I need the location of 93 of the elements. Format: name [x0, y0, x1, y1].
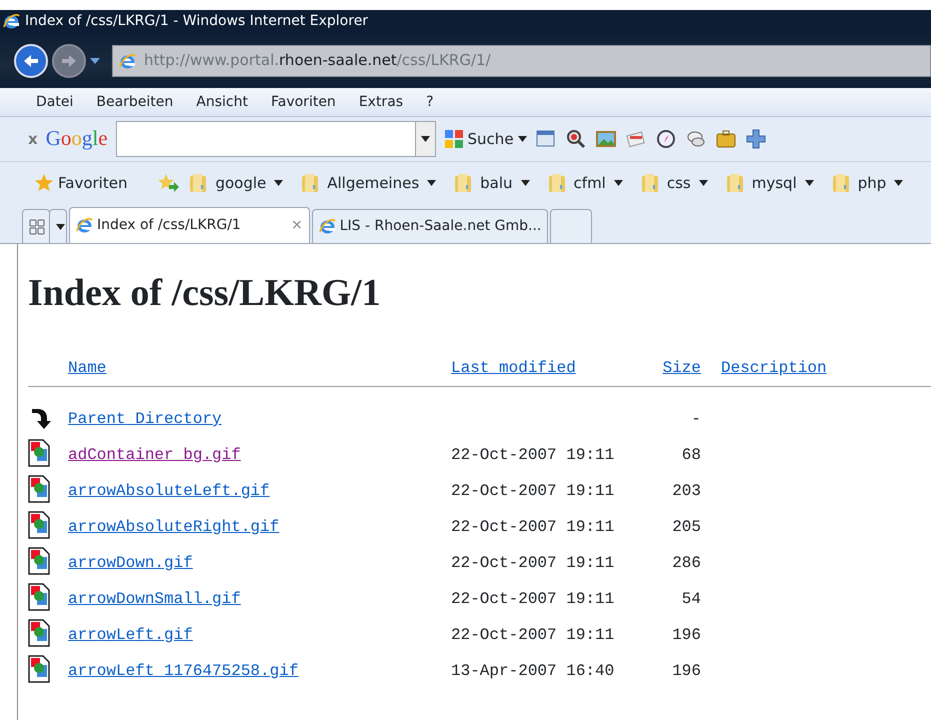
file-size: 286 [672, 554, 701, 572]
menu-item[interactable]: ? [414, 92, 444, 112]
file-size: 203 [672, 482, 701, 500]
dropdown-icon[interactable] [90, 58, 100, 64]
caret-icon [614, 180, 623, 186]
modified-date: 22-Oct-2007 19:11 [451, 518, 614, 536]
modified-date: 22-Oct-2007 19:11 [451, 626, 614, 644]
forward-button[interactable] [52, 44, 86, 78]
caret-icon [698, 180, 708, 186]
file-link[interactable]: Parent Directory [68, 410, 222, 428]
modified-date: 22-Oct-2007 19:11 [451, 446, 614, 464]
caret-icon [518, 136, 527, 142]
add-favorite-icon[interactable] [157, 173, 180, 193]
menu-item[interactable]: Ansicht [184, 92, 259, 112]
file-link[interactable]: arrowDown.gif [68, 554, 193, 572]
file-link[interactable]: adContainer_bg.gif [68, 446, 241, 464]
window-title: Index of /css/LKRG/1 - Windows Internet Explorer [25, 12, 368, 31]
menu-item[interactable]: Bearbeiten [84, 92, 184, 112]
caret-icon [804, 180, 814, 186]
folder-menu[interactable]: css [640, 172, 708, 194]
magnifier-icon[interactable] [564, 128, 587, 150]
folder-icon [832, 173, 850, 193]
image-file-icon [28, 511, 50, 539]
folder-icon [726, 173, 744, 193]
menu-item[interactable]: Favoriten [258, 92, 347, 112]
file-link[interactable]: arrowLeft_1176475258.gif [68, 662, 298, 680]
file-link[interactable]: arrowAbsoluteRight.gif [68, 518, 280, 536]
image-icon[interactable] [594, 128, 617, 150]
image-file-icon [28, 655, 50, 683]
page-icon [318, 218, 336, 235]
search-button[interactable]: Suche [444, 128, 527, 150]
google-logo: Google [46, 125, 108, 152]
folder-menu[interactable]: balu [454, 172, 530, 194]
plus-icon[interactable] [744, 128, 767, 150]
back-button[interactable] [14, 44, 48, 78]
browser-logo-icon [3, 12, 20, 30]
page-icon [76, 217, 93, 234]
file-size: 196 [672, 662, 701, 680]
modified-date: 22-Oct-2007 19:11 [451, 590, 614, 608]
caret-icon [894, 180, 904, 186]
menu-item[interactable]: Extras [346, 92, 414, 112]
search-icon [444, 129, 464, 149]
folder-menu[interactable]: mysql [726, 172, 814, 194]
folder-menu[interactable]: Allgemeines [301, 172, 436, 194]
browser-tab[interactable]: Index of /css/LKRG/1 × [69, 207, 310, 243]
image-file-icon [28, 439, 50, 467]
modified-date: 22-Oct-2007 19:11 [451, 554, 614, 572]
image-file-icon [28, 619, 50, 647]
tab-list-button[interactable] [49, 209, 67, 243]
page-heading: Index of /css/LKRG/1 [28, 274, 382, 312]
menu-item[interactable]: Datei [24, 92, 84, 112]
close-button[interactable]: x [28, 128, 38, 150]
folder-icon [189, 173, 208, 193]
grid-icon [29, 218, 45, 234]
page-icon [119, 52, 136, 70]
file-size: - [691, 410, 701, 428]
image-file-icon [28, 475, 50, 503]
file-link[interactable]: arrowDownSmall.gif [68, 590, 241, 608]
compass-icon[interactable] [654, 128, 677, 150]
folder-icon [301, 173, 320, 193]
caret-icon [56, 224, 65, 230]
folder-icon [640, 173, 659, 193]
column-header[interactable]: Last modified [451, 359, 576, 377]
folder-menu[interactable]: cfml [548, 172, 623, 194]
file-size: 196 [672, 626, 701, 644]
image-file-icon [28, 583, 50, 611]
caret-icon [520, 180, 530, 186]
folder-menu[interactable]: php [832, 172, 904, 194]
caret-icon [420, 136, 430, 142]
briefcase-icon[interactable] [714, 128, 737, 150]
file-link[interactable]: arrowLeft.gif [68, 626, 193, 644]
caret-icon [427, 180, 436, 186]
folder-icon [548, 173, 566, 193]
quick-tabs-button[interactable] [22, 209, 50, 243]
column-header[interactable]: Size [662, 359, 701, 377]
favorites-button[interactable]: Favoriten [34, 172, 128, 194]
folder-menu[interactable]: google [189, 172, 284, 194]
file-link[interactable]: arrowAbsoluteLeft.gif [68, 482, 270, 500]
address-field[interactable]: http://www.portal.rhoen-saale.net/css/LKRG/1/ [112, 44, 931, 76]
modified-date: 13-Apr-2007 16:40 [451, 662, 614, 680]
folder-icon [454, 173, 472, 193]
file-size: 205 [672, 518, 701, 536]
image-file-icon [28, 547, 50, 575]
file-size: 54 [682, 590, 701, 608]
caret-icon [274, 180, 284, 186]
file-size: 68 [682, 446, 701, 464]
search-field[interactable] [116, 121, 436, 157]
close-button[interactable]: × [291, 215, 303, 236]
column-header[interactable]: Description [721, 359, 827, 377]
browser-tab[interactable]: LIS - Rhoen-Saale.net Gmb... [312, 209, 548, 243]
column-header[interactable]: Name [68, 359, 106, 377]
star-icon [34, 173, 54, 193]
modified-date: 22-Oct-2007 19:11 [451, 482, 614, 500]
